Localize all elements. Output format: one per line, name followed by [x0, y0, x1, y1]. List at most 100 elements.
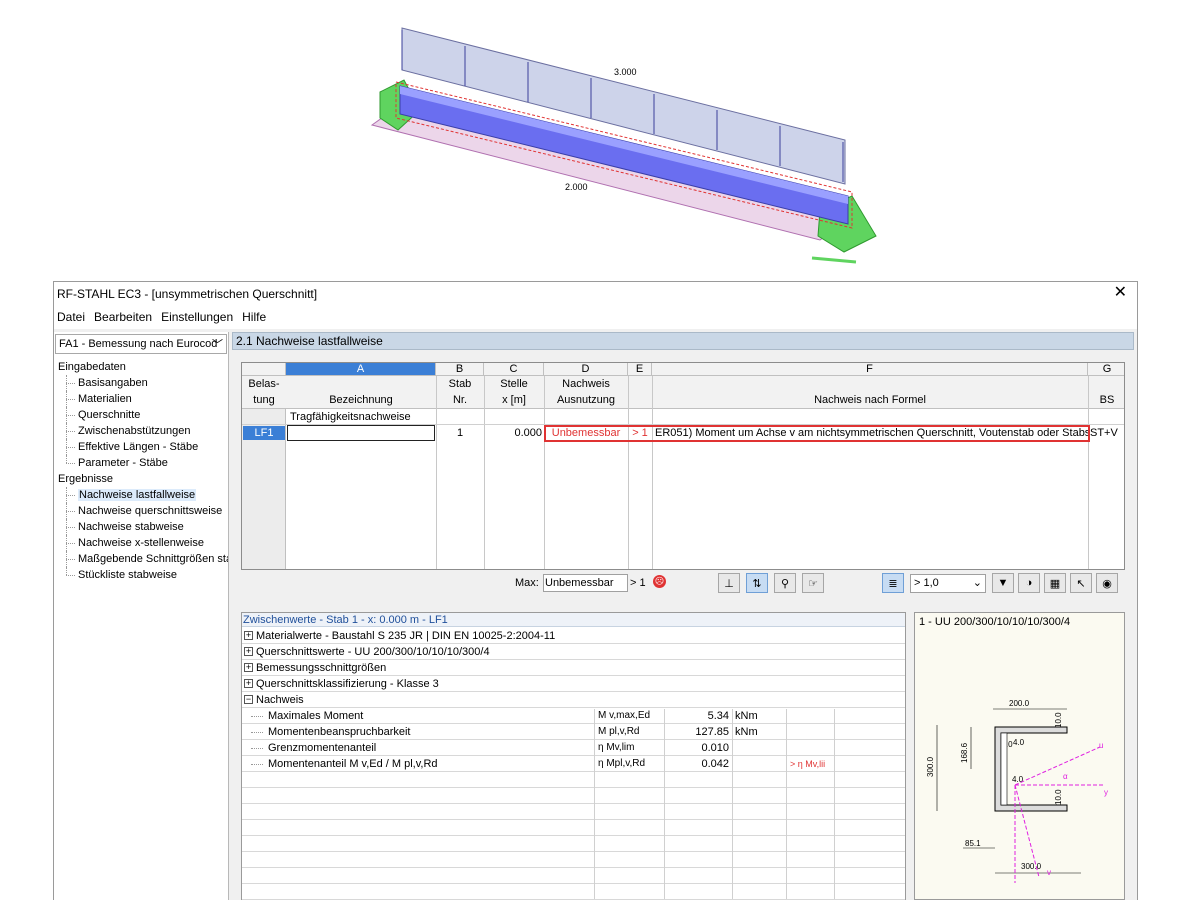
bottom-load-label: 2.000: [565, 182, 588, 192]
col-letter-f[interactable]: F: [652, 363, 1088, 375]
list-item: Momentenanteil M v,Ed / M pl,v,Rd η Mpl,…: [242, 756, 905, 772]
header-belastung-2: tung: [253, 394, 275, 406]
bs-cell[interactable]: ST+V: [1090, 425, 1126, 441]
menu-hilfe[interactable]: Hilfe: [242, 310, 266, 324]
group-row-klassifizierung[interactable]: + Querschnittsklassifizierung - Klasse 3: [242, 676, 905, 692]
tree-item-massgebende-schnittgroessen[interactable]: Maßgebende Schnittgrößen sta: [54, 551, 228, 567]
table-row[interactable]: LF1 1 0.000 Unbemessbar > 1 ER051) Momen…: [242, 425, 1124, 441]
group-row-querschnitt[interactable]: + Querschnittswerte - UU 200/300/10/10/1…: [242, 644, 905, 660]
col-letter-a[interactable]: A: [286, 363, 436, 375]
row-unit: kNm: [735, 710, 758, 722]
dim-flange-thickness: 10.0: [1054, 712, 1063, 728]
load-case-cell[interactable]: LF1: [243, 426, 285, 440]
utilization-cell[interactable]: Unbemessbar: [544, 425, 628, 441]
tree-item-materialien[interactable]: Materialien: [54, 391, 228, 407]
tree-item-nachweise-x-stellenweise[interactable]: Nachweise x-stellenweise: [54, 535, 228, 551]
tree-item-nachweise-querschnittsweise[interactable]: Nachweise querschnittsweise: [54, 503, 228, 519]
dim-bottom-width: 300.0: [1021, 862, 1042, 871]
tree-item-nachweise-stabweise[interactable]: Nachweise stabweise: [54, 519, 228, 535]
col-letter-c[interactable]: C: [484, 363, 544, 375]
close-button[interactable]: ✕: [1114, 284, 1127, 302]
group-row-schnittgroessen[interactable]: + Bemessungsschnittgrößen: [242, 660, 905, 676]
tree-item-effektive-laengen[interactable]: Effektive Längen - Stäbe: [54, 439, 228, 455]
results-table: A B C D E F G Belas- Stab Stelle Nachwei…: [241, 362, 1125, 570]
row-value: 127.85: [695, 726, 729, 738]
group-row-nachweis[interactable]: − Nachweis: [242, 692, 905, 708]
filter-select[interactable]: > 1,0 ⌄: [910, 574, 986, 593]
row-unit: kNm: [735, 726, 758, 738]
col-letter-e[interactable]: E: [628, 363, 652, 375]
intermediate-values-panel: Zwischenwerte - Stab 1 - x: 0.000 m - LF…: [241, 612, 906, 900]
tree-item-querschnitte[interactable]: Querschnitte: [54, 407, 228, 423]
tree-item-nachweise-lastfallweise[interactable]: Nachweise lastfallweise: [54, 487, 228, 503]
menu-bearbeiten[interactable]: Bearbeiten: [94, 310, 152, 324]
alpha-label: α: [1063, 772, 1068, 781]
navigator-tree: Eingabedaten Basisangaben Materialien Qu…: [54, 359, 228, 900]
tree-item-basisangaben[interactable]: Basisangaben: [54, 375, 228, 391]
case-select[interactable]: FA1 - Bemessung nach Eurocod ﹀: [55, 334, 227, 354]
group-row-material[interactable]: + Materialwerte - Baustahl S 235 JR | DI…: [242, 628, 905, 644]
app-window: RF-STAHL EC3 - [unsymmetrischen Querschn…: [53, 281, 1138, 900]
navigator-panel: FA1 - Bemessung nach Eurocod ﹀ Eingabeda…: [54, 332, 229, 900]
cross-section-title: 1 - UU 200/300/10/10/10/300/4: [919, 616, 1071, 628]
tree-group-ergebnisse[interactable]: Ergebnisse: [54, 471, 228, 487]
list-item: Momentenbeanspruchbarkeit M pl,v,Rd 127.…: [242, 724, 905, 740]
tree-item-zwischenabstuetzungen[interactable]: Zwischenabstützungen: [54, 423, 228, 439]
table-toolbar: Max: Unbemessbar > 1 ☹ ⊥ ⇅ ⚲ ☞ ≣ > 1,0 ⌄…: [241, 570, 1125, 597]
row-symbol: η Mpl,v,Rd: [598, 758, 646, 769]
expand-icon[interactable]: +: [244, 679, 253, 688]
tree-item-parameter[interactable]: Parameter - Stäbe: [54, 455, 228, 471]
header-stab: Stab: [448, 378, 472, 390]
member-view-icon[interactable]: ⚲: [774, 573, 796, 593]
group-label: Nachweis: [256, 694, 304, 706]
collapse-icon[interactable]: −: [244, 695, 253, 704]
group-label: Bemessungsschnittgrößen: [256, 662, 387, 674]
col-letter-g[interactable]: G: [1088, 363, 1126, 375]
top-load-label: 3.000: [614, 67, 637, 77]
gt-cell: > 1: [632, 427, 648, 439]
max-value-field: Unbemessbar: [543, 574, 628, 592]
menu-datei[interactable]: Datei: [57, 310, 85, 324]
window-title: RF-STAHL EC3 - [unsymmetrischen Querschn…: [57, 287, 318, 301]
funnel-icon[interactable]: ▼: [992, 573, 1014, 593]
section-view-icon[interactable]: ⊥: [718, 573, 740, 593]
max-label: Max:: [515, 577, 539, 589]
row-symbol: M v,max,Ed: [598, 710, 651, 721]
header-belastung-1: Belas-: [248, 378, 280, 390]
axis-u-label: u: [1099, 741, 1103, 750]
row-value: 0.010: [701, 742, 729, 754]
pointer-icon[interactable]: ↖: [1070, 573, 1092, 593]
title-bar: RF-STAHL EC3 - [unsymmetrischen Querschn…: [54, 282, 1137, 306]
cross-section-panel: 1 - UU 200/300/10/10/10/300/4 200.0 10.0…: [914, 612, 1125, 900]
hand-view-icon[interactable]: ☞: [802, 573, 824, 593]
col-letter-b[interactable]: B: [436, 363, 484, 375]
member-cell[interactable]: 1: [436, 425, 484, 441]
intermediate-title: Zwischenwerte - Stab 1 - x: 0.000 m - LF…: [242, 613, 905, 627]
axis-v-label: v: [1047, 868, 1051, 877]
excel-export-icon[interactable]: ▦: [1044, 573, 1066, 593]
header-x: x [m]: [502, 394, 526, 406]
color-scale-icon[interactable]: ◑: [1018, 573, 1040, 593]
max-gt-label: > 1: [630, 577, 646, 589]
name-edit-cell[interactable]: [287, 425, 435, 441]
tree-item-stueckliste[interactable]: Stückliste stabweise: [54, 567, 228, 583]
stress-view-icon[interactable]: ⇅: [746, 573, 768, 593]
location-cell[interactable]: 0.000: [484, 425, 542, 441]
tree-group-eingabedaten[interactable]: Eingabedaten: [54, 359, 228, 375]
result-filter-icon[interactable]: ≣: [882, 573, 904, 593]
header-nr: Nr.: [452, 394, 468, 406]
row-condition: > η Mv,lii: [790, 759, 826, 769]
row-value: 0.042: [701, 758, 729, 770]
formula-cell[interactable]: ER051) Moment um Achse v am nichtsymmetr…: [655, 425, 1088, 441]
expand-icon[interactable]: +: [244, 631, 253, 640]
dim-flange-width: 200.0: [1009, 699, 1030, 708]
dim-bottom-thickness: 10.0: [1054, 789, 1063, 805]
expand-icon[interactable]: +: [244, 663, 253, 672]
dim-web-height: 168.6: [960, 742, 969, 763]
row-value: 5.34: [707, 710, 729, 722]
expand-icon[interactable]: +: [244, 647, 253, 656]
menu-einstellungen[interactable]: Einstellungen: [161, 310, 233, 324]
eye-icon[interactable]: ◉: [1096, 573, 1118, 593]
col-letter-d[interactable]: D: [544, 363, 628, 375]
header-bs: BS: [1099, 394, 1115, 406]
